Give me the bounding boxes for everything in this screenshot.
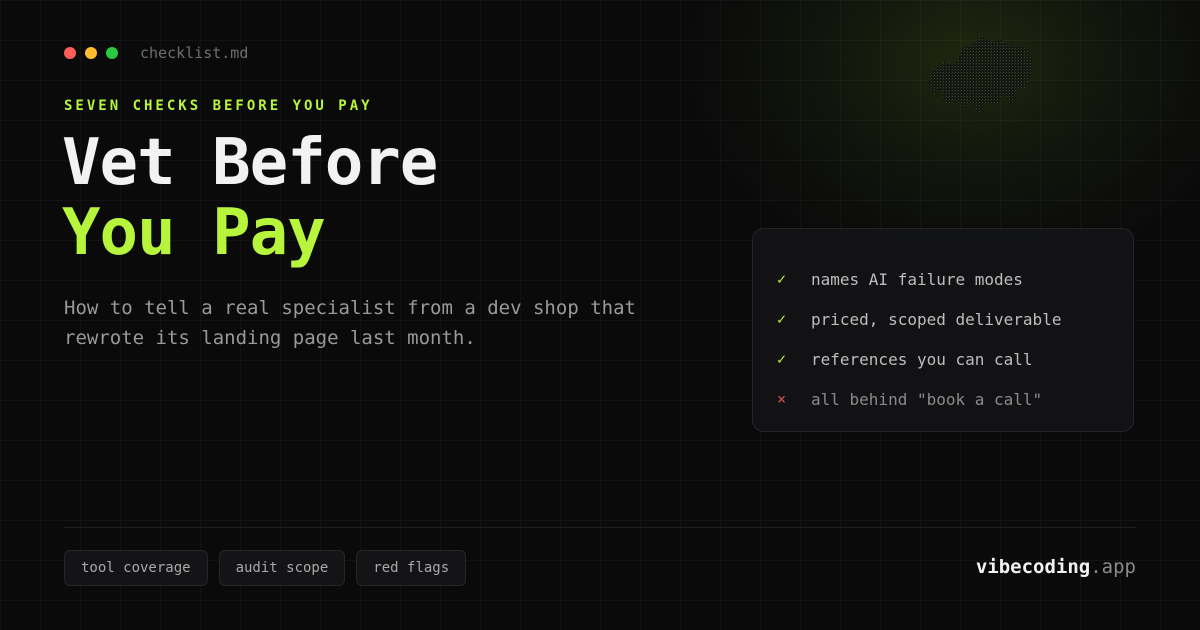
checklist-item-text: priced, scoped deliverable xyxy=(811,309,1062,329)
window-controls xyxy=(64,47,118,59)
brand-name: vibecoding xyxy=(975,556,1091,578)
cross-icon: × xyxy=(777,390,787,408)
checklist-item-text: all behind "book a call" xyxy=(811,389,1043,409)
checklist-item: × all behind "book a call" xyxy=(777,379,1109,419)
tag-list: tool coverage audit scope red flags xyxy=(64,550,467,586)
checklist-item-text: references you can call xyxy=(811,349,1033,369)
checklist-item: ✓ references you can call xyxy=(777,339,1109,379)
title-line-2: You Pay xyxy=(62,196,326,270)
tag-tool-coverage[interactable]: tool coverage xyxy=(64,550,208,586)
close-dot-icon[interactable] xyxy=(64,47,76,59)
brand-logo[interactable]: vibecoding.app xyxy=(976,556,1136,578)
maximize-dot-icon[interactable] xyxy=(106,47,118,59)
checklist-item-text: names AI failure modes xyxy=(811,269,1023,289)
tag-audit-scope[interactable]: audit scope xyxy=(218,550,346,586)
check-icon: ✓ xyxy=(777,270,787,288)
checklist-card: ✓ names AI failure modes ✓ priced, scope… xyxy=(752,228,1134,432)
subtitle-line-2: rewrote its landing page last month. xyxy=(64,327,476,349)
subtitle-line-1: How to tell a real specialist from a dev… xyxy=(64,297,636,319)
eyebrow-label: SEVEN CHECKS BEFORE YOU PAY xyxy=(64,98,373,114)
title-line-1: Vet Before xyxy=(62,126,438,200)
noise-figure-graphic xyxy=(929,36,1033,114)
minimize-dot-icon[interactable] xyxy=(85,47,97,59)
brand-tld: .app xyxy=(1090,556,1136,578)
check-icon: ✓ xyxy=(777,310,787,328)
subtitle: How to tell a real specialist from a dev… xyxy=(64,293,664,353)
page-title: Vet Before You Pay xyxy=(62,126,438,270)
checklist-item: ✓ priced, scoped deliverable xyxy=(777,299,1109,339)
footer-divider xyxy=(64,527,1136,528)
tag-red-flags[interactable]: red flags xyxy=(356,550,467,586)
checklist-item: ✓ names AI failure modes xyxy=(777,259,1109,299)
check-icon: ✓ xyxy=(777,350,787,368)
window-filename: checklist.md xyxy=(140,44,249,62)
